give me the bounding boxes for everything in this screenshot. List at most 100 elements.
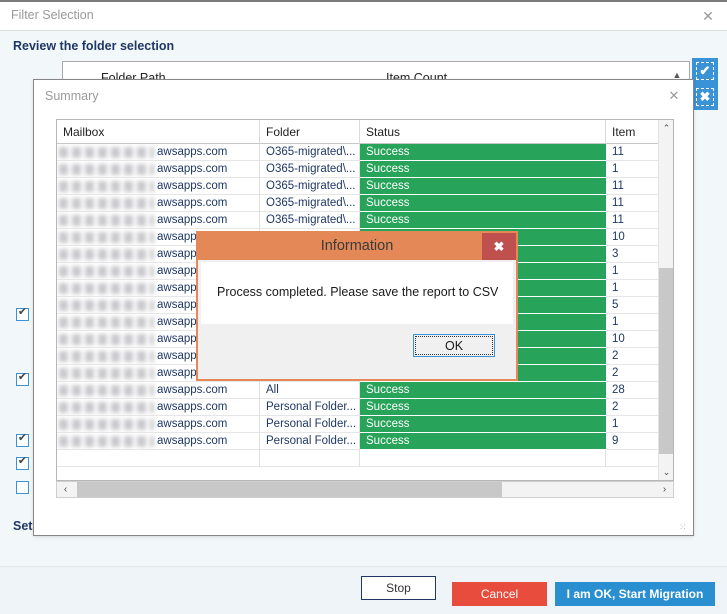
information-dialog: Information ✖ Process completed. Please …	[196, 231, 518, 381]
cell-folder: Personal Folder...	[260, 399, 360, 416]
redaction-blur	[59, 283, 154, 294]
cell-folder: O365-migrated\...	[260, 195, 360, 212]
cell-item-count: 28	[606, 382, 658, 399]
redaction-blur	[59, 215, 154, 226]
summary-grid-header: Mailbox Folder Status Item Count	[57, 120, 673, 163]
scroll-up-icon[interactable]: ⌃	[659, 120, 673, 136]
folder-checkbox-2[interactable]: ✔	[16, 432, 29, 447]
redaction-blur	[59, 147, 154, 158]
cell-mailbox: awsapps.com	[57, 144, 260, 161]
horizontal-scroll-thumb[interactable]	[77, 482, 502, 497]
cell-item-count: 10	[606, 331, 658, 348]
cell-mailbox-text: awsapps.com	[157, 418, 228, 430]
scroll-down-icon[interactable]: ⌄	[659, 464, 673, 480]
column-header-status[interactable]: Status	[360, 120, 606, 144]
cell-mailbox-text: awsapps.com	[157, 180, 228, 192]
status-badge: Success	[360, 399, 606, 416]
scroll-left-icon[interactable]: ‹	[57, 482, 74, 497]
column-header-folder[interactable]: Folder	[260, 120, 360, 144]
check-icon: ✔	[17, 371, 28, 383]
folder-checkbox-3[interactable]: ✔	[16, 455, 29, 470]
cell-item-count: 9	[606, 433, 658, 450]
cell-empty	[57, 450, 260, 467]
table-row[interactable]: awsapps.com Personal Folder... Success 1	[57, 416, 658, 433]
table-row[interactable]: awsapps.com Personal Folder... Success 9	[57, 433, 658, 450]
grid-vertical-scrollbar[interactable]: ⌃ ⌄	[658, 120, 673, 480]
cell-item-count: 2	[606, 365, 658, 382]
cell-folder: Personal Folder...	[260, 416, 360, 433]
select-all-button[interactable]: ✔	[692, 58, 718, 84]
cell-folder: O365-migrated\...	[260, 212, 360, 229]
status-badge: Success	[360, 212, 606, 229]
start-migration-button[interactable]: I am OK, Start Migration	[555, 582, 715, 606]
cell-item-count: 11	[606, 212, 658, 229]
ok-button[interactable]: OK	[413, 334, 495, 357]
deselect-all-button[interactable]: ✖	[692, 84, 718, 110]
redaction-blur	[59, 436, 154, 447]
redaction-blur	[59, 198, 154, 209]
cell-item-count: 1	[606, 416, 658, 433]
status-badge: Success	[360, 178, 606, 195]
table-row-empty[interactable]	[57, 450, 658, 467]
status-badge: Success	[360, 382, 606, 399]
summary-dialog-title: Summary	[45, 89, 99, 103]
information-dialog-title: Information	[320, 238, 394, 254]
cell-folder: O365-migrated\...	[260, 144, 360, 161]
close-icon[interactable]: ✕	[664, 87, 684, 105]
filter-selection-titlebar: Filter Selection ✕	[0, 2, 727, 31]
cell-mailbox: awsapps.com	[57, 178, 260, 195]
check-icon: ✔	[17, 306, 28, 318]
close-icon[interactable]: ✖	[482, 233, 516, 260]
resize-grip-icon[interactable]: ⁙	[679, 522, 689, 532]
redaction-blur	[59, 368, 154, 379]
table-row[interactable]: awsapps.com All Success 28	[57, 382, 658, 399]
status-badge: Success	[360, 195, 606, 212]
review-folder-selection-heading: Review the folder selection	[13, 39, 175, 53]
column-header-mailbox[interactable]: Mailbox	[57, 120, 260, 144]
grid-horizontal-scrollbar[interactable]: ‹ ›	[56, 481, 674, 498]
cell-item-count: 3	[606, 246, 658, 263]
redaction-blur	[59, 164, 154, 175]
cell-mailbox-text: awsapps.com	[157, 401, 228, 413]
cell-mailbox: awsapps.com	[57, 195, 260, 212]
folder-checkbox-4[interactable]	[16, 481, 29, 494]
table-row[interactable]: awsapps.com O365-migrated\... Success 11	[57, 178, 658, 195]
redaction-blur	[59, 232, 154, 243]
set-label: Set	[13, 519, 33, 533]
table-row[interactable]: awsapps.com Personal Folder... Success 2	[57, 399, 658, 416]
table-row[interactable]: awsapps.com O365-migrated\... Success 11	[57, 144, 658, 161]
close-icon[interactable]: ✕	[697, 6, 719, 26]
cell-empty	[360, 450, 606, 467]
scroll-right-icon[interactable]: ›	[656, 482, 673, 497]
table-row[interactable]: awsapps.com O365-migrated\... Success 11	[57, 212, 658, 229]
cell-folder: O365-migrated\...	[260, 178, 360, 195]
redaction-blur	[59, 317, 154, 328]
cell-item-count: 11	[606, 195, 658, 212]
folder-checkbox-1[interactable]: ✔	[16, 371, 29, 386]
vertical-scroll-thumb[interactable]	[659, 268, 673, 454]
cell-item-count: 11	[606, 178, 658, 195]
column-header-item-count[interactable]: Item Count	[606, 120, 658, 163]
redaction-blur	[59, 334, 154, 345]
stop-button[interactable]: Stop	[361, 576, 436, 600]
cell-mailbox-text: awsapps.com	[157, 214, 228, 226]
table-row[interactable]: awsapps.com O365-migrated\... Success 1	[57, 161, 658, 178]
cell-mailbox-text: awsapps.com	[157, 146, 228, 158]
cell-mailbox: awsapps.com	[57, 433, 260, 450]
cell-item-count: 5	[606, 297, 658, 314]
selection-toolbar: ✔ ✖	[692, 58, 718, 110]
cell-mailbox-text: awsapps.com	[157, 197, 228, 209]
cell-item-count: 11	[606, 144, 658, 161]
folder-checkbox-0[interactable]: ✔	[16, 306, 29, 321]
table-row[interactable]: awsapps.com O365-migrated\... Success 11	[57, 195, 658, 212]
cell-folder: O365-migrated\...	[260, 161, 360, 178]
status-badge: Success	[360, 433, 606, 450]
information-titlebar: Information	[198, 233, 516, 260]
redaction-blur	[59, 300, 154, 311]
status-badge: Success	[360, 144, 606, 161]
cell-mailbox: awsapps.com	[57, 416, 260, 433]
cell-item-count: 1	[606, 280, 658, 297]
cancel-button[interactable]: Cancel	[452, 582, 547, 606]
redaction-blur	[59, 351, 154, 362]
cell-empty	[606, 450, 658, 467]
